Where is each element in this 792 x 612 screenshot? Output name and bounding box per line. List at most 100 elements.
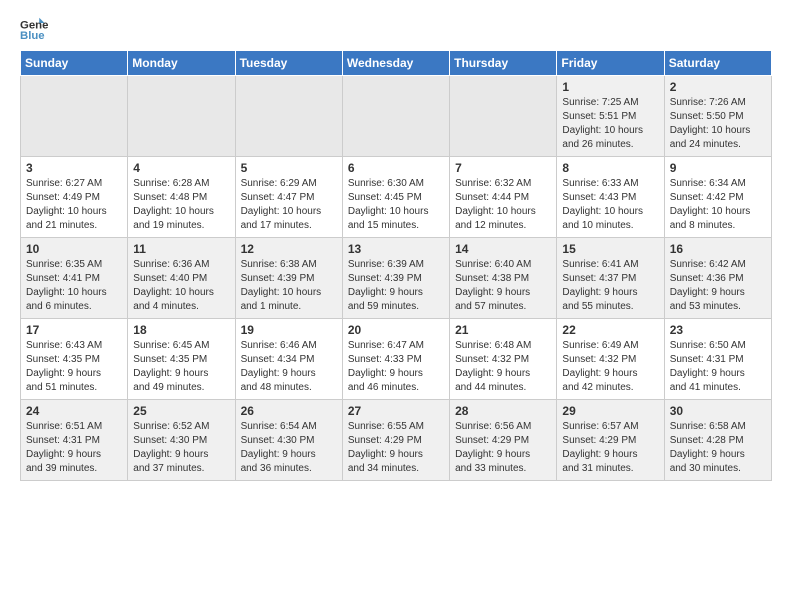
logo-icon: General Blue (20, 16, 48, 44)
weekday-header: Sunday (21, 51, 128, 76)
calendar-cell: 18 Sunrise: 6:45 AM Sunset: 4:35 PM Dayli… (128, 319, 235, 400)
calendar-cell: 22 Sunrise: 6:49 AM Sunset: 4:32 PM Dayli… (557, 319, 664, 400)
day-number: 16 (670, 242, 766, 256)
day-number: 15 (562, 242, 658, 256)
calendar-cell: 12Sunrise: 6:38 AM Sunset: 4:39 PM Dayli… (235, 238, 342, 319)
day-number: 30 (670, 404, 766, 418)
day-info: Sunrise: 6:40 AM Sunset: 4:38 PM Dayligh… (455, 258, 551, 314)
calendar-cell: 24 Sunrise: 6:51 AM Sunset: 4:31 PM Dayli… (21, 400, 128, 481)
calendar-cell: 26 Sunrise: 6:54 AM Sunset: 4:30 PM Dayli… (235, 400, 342, 481)
calendar-cell: 1 Sunrise: 7:25 AM Sunset: 5:51 PM Daylig… (557, 76, 664, 157)
day-info: Sunrise: 6:35 AM Sunset: 4:41 PM Dayligh… (26, 258, 122, 314)
calendar-header: SundayMondayTuesdayWednesdayThursdayFrid… (21, 51, 772, 76)
day-number: 24 (26, 404, 122, 418)
day-number: 3 (26, 161, 122, 175)
day-info: Sunrise: 6:58 AM Sunset: 4:28 PM Dayligh… (670, 420, 766, 476)
day-number: 29 (562, 404, 658, 418)
day-info: Sunrise: 6:43 AM Sunset: 4:35 PM Dayligh… (26, 339, 122, 395)
day-number: 6 (348, 161, 444, 175)
calendar-cell: 10 Sunrise: 6:35 AM Sunset: 4:41 PM Dayli… (21, 238, 128, 319)
day-info: Sunrise: 6:47 AM Sunset: 4:33 PM Dayligh… (348, 339, 444, 395)
day-number: 26 (241, 404, 337, 418)
calendar-cell: 15 Sunrise: 6:41 AM Sunset: 4:37 PM Dayli… (557, 238, 664, 319)
weekday-header: Monday (128, 51, 235, 76)
page-header: General Blue (20, 16, 772, 44)
weekday-header: Tuesday (235, 51, 342, 76)
day-number: 5 (241, 161, 337, 175)
day-info: Sunrise: 6:48 AM Sunset: 4:32 PM Dayligh… (455, 339, 551, 395)
day-info: Sunrise: 6:33 AM Sunset: 4:43 PM Dayligh… (562, 177, 658, 233)
calendar-cell (450, 76, 557, 157)
weekday-header: Thursday (450, 51, 557, 76)
calendar-cell: 9 Sunrise: 6:34 AM Sunset: 4:42 PM Daylig… (664, 157, 771, 238)
day-number: 1 (562, 80, 658, 94)
day-info: Sunrise: 6:27 AM Sunset: 4:49 PM Dayligh… (26, 177, 122, 233)
day-info: Sunrise: 6:50 AM Sunset: 4:31 PM Dayligh… (670, 339, 766, 395)
day-info: Sunrise: 6:28 AM Sunset: 4:48 PM Dayligh… (133, 177, 229, 233)
calendar-cell: 16 Sunrise: 6:42 AM Sunset: 4:36 PM Dayli… (664, 238, 771, 319)
calendar-cell (235, 76, 342, 157)
day-number: 2 (670, 80, 766, 94)
day-info: Sunrise: 7:26 AM Sunset: 5:50 PM Dayligh… (670, 96, 766, 152)
day-number: 7 (455, 161, 551, 175)
weekday-header: Saturday (664, 51, 771, 76)
day-number: 17 (26, 323, 122, 337)
calendar-cell: 7 Sunrise: 6:32 AM Sunset: 4:44 PM Daylig… (450, 157, 557, 238)
calendar-cell: 6 Sunrise: 6:30 AM Sunset: 4:45 PM Daylig… (342, 157, 449, 238)
day-number: 19 (241, 323, 337, 337)
calendar-cell: 14 Sunrise: 6:40 AM Sunset: 4:38 PM Dayli… (450, 238, 557, 319)
calendar-cell: 19 Sunrise: 6:46 AM Sunset: 4:34 PM Dayli… (235, 319, 342, 400)
calendar-table: SundayMondayTuesdayWednesdayThursdayFrid… (20, 50, 772, 481)
day-info: Sunrise: 6:32 AM Sunset: 4:44 PM Dayligh… (455, 177, 551, 233)
day-number: 25 (133, 404, 229, 418)
day-number: 21 (455, 323, 551, 337)
calendar-cell: 25 Sunrise: 6:52 AM Sunset: 4:30 PM Dayli… (128, 400, 235, 481)
day-info: Sunrise: 6:30 AM Sunset: 4:45 PM Dayligh… (348, 177, 444, 233)
calendar-cell: 29 Sunrise: 6:57 AM Sunset: 4:29 PM Dayli… (557, 400, 664, 481)
day-info: Sunrise: 6:34 AM Sunset: 4:42 PM Dayligh… (670, 177, 766, 233)
day-info: Sunrise: 6:42 AM Sunset: 4:36 PM Dayligh… (670, 258, 766, 314)
logo: General Blue (20, 16, 52, 44)
calendar-cell: 17 Sunrise: 6:43 AM Sunset: 4:35 PM Dayli… (21, 319, 128, 400)
day-number: 18 (133, 323, 229, 337)
calendar-cell: 4 Sunrise: 6:28 AM Sunset: 4:48 PM Daylig… (128, 157, 235, 238)
day-number: 22 (562, 323, 658, 337)
day-info: Sunrise: 6:51 AM Sunset: 4:31 PM Dayligh… (26, 420, 122, 476)
calendar-cell: 21 Sunrise: 6:48 AM Sunset: 4:32 PM Dayli… (450, 319, 557, 400)
calendar-cell: 5 Sunrise: 6:29 AM Sunset: 4:47 PM Daylig… (235, 157, 342, 238)
day-number: 10 (26, 242, 122, 256)
day-info: Sunrise: 6:52 AM Sunset: 4:30 PM Dayligh… (133, 420, 229, 476)
day-info: Sunrise: 6:46 AM Sunset: 4:34 PM Dayligh… (241, 339, 337, 395)
day-number: 12 (241, 242, 337, 256)
calendar-cell: 28 Sunrise: 6:56 AM Sunset: 4:29 PM Dayli… (450, 400, 557, 481)
day-number: 23 (670, 323, 766, 337)
day-number: 11 (133, 242, 229, 256)
weekday-header: Friday (557, 51, 664, 76)
day-number: 8 (562, 161, 658, 175)
svg-text:Blue: Blue (20, 30, 45, 42)
calendar-cell: 30 Sunrise: 6:58 AM Sunset: 4:28 PM Dayli… (664, 400, 771, 481)
calendar-cell: 20 Sunrise: 6:47 AM Sunset: 4:33 PM Dayli… (342, 319, 449, 400)
day-info: Sunrise: 6:54 AM Sunset: 4:30 PM Dayligh… (241, 420, 337, 476)
calendar-cell: 2 Sunrise: 7:26 AM Sunset: 5:50 PM Daylig… (664, 76, 771, 157)
calendar-cell: 23 Sunrise: 6:50 AM Sunset: 4:31 PM Dayli… (664, 319, 771, 400)
day-number: 27 (348, 404, 444, 418)
day-info: Sunrise: 6:29 AM Sunset: 4:47 PM Dayligh… (241, 177, 337, 233)
day-info: Sunrise: 6:57 AM Sunset: 4:29 PM Dayligh… (562, 420, 658, 476)
calendar-cell (21, 76, 128, 157)
day-info: Sunrise: 6:56 AM Sunset: 4:29 PM Dayligh… (455, 420, 551, 476)
calendar-cell: 3 Sunrise: 6:27 AM Sunset: 4:49 PM Daylig… (21, 157, 128, 238)
day-number: 20 (348, 323, 444, 337)
day-info: Sunrise: 6:45 AM Sunset: 4:35 PM Dayligh… (133, 339, 229, 395)
day-info: Sunrise: 6:49 AM Sunset: 4:32 PM Dayligh… (562, 339, 658, 395)
calendar-cell: 27Sunrise: 6:55 AM Sunset: 4:29 PM Dayli… (342, 400, 449, 481)
day-number: 14 (455, 242, 551, 256)
calendar-cell (342, 76, 449, 157)
day-number: 28 (455, 404, 551, 418)
day-info: Sunrise: 7:25 AM Sunset: 5:51 PM Dayligh… (562, 96, 658, 152)
day-number: 9 (670, 161, 766, 175)
day-info: Sunrise: 6:36 AM Sunset: 4:40 PM Dayligh… (133, 258, 229, 314)
day-info: Sunrise: 6:41 AM Sunset: 4:37 PM Dayligh… (562, 258, 658, 314)
day-number: 4 (133, 161, 229, 175)
day-number: 13 (348, 242, 444, 256)
